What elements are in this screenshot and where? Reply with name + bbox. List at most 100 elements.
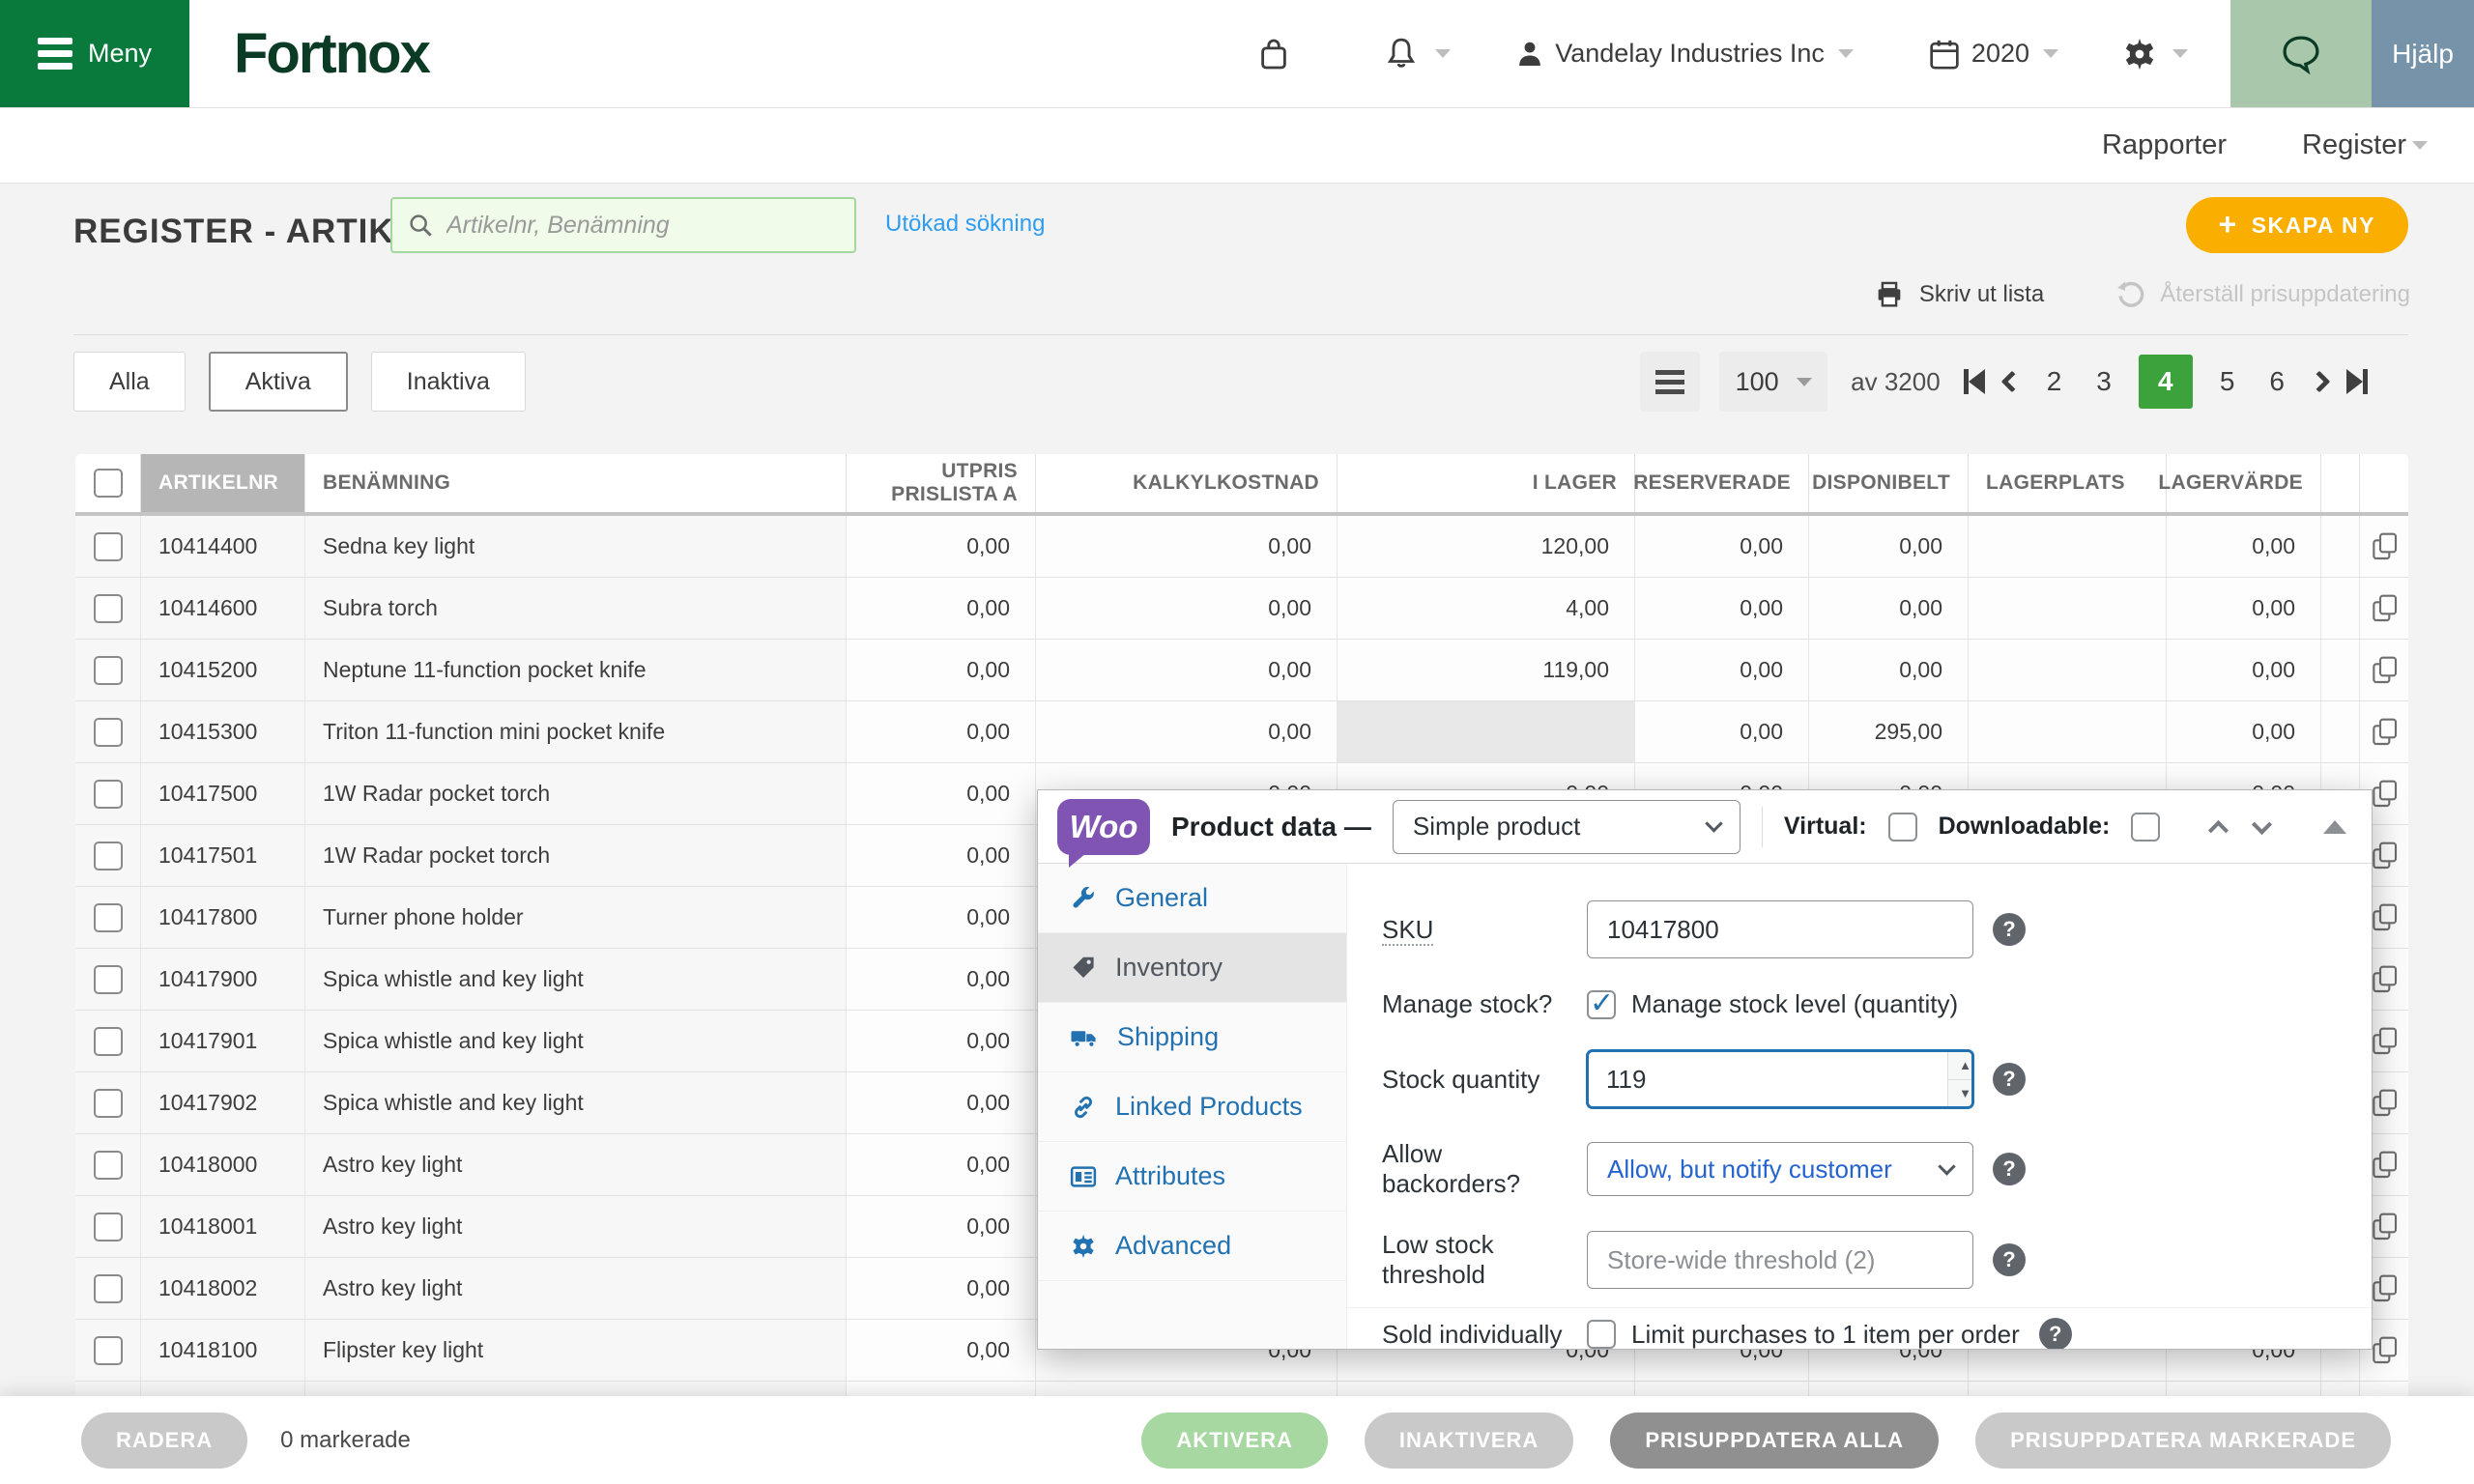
row-checkbox[interactable]: [94, 1151, 123, 1180]
page-number-5[interactable]: 5: [2212, 366, 2243, 397]
filter-inaktiva[interactable]: Inaktiva: [371, 352, 526, 412]
low-stock-input[interactable]: [1587, 1231, 1973, 1289]
manage-stock-checkbox[interactable]: [1587, 990, 1616, 1019]
help-icon[interactable]: ?: [2039, 1318, 2072, 1350]
filter-aktiva[interactable]: Aktiva: [209, 352, 348, 412]
row-checkbox[interactable]: [94, 1274, 123, 1303]
nav-item-rapporter[interactable]: Rapporter: [2102, 129, 2227, 161]
virtual-checkbox[interactable]: [1888, 813, 1917, 842]
row-checkbox[interactable]: [94, 594, 123, 623]
row-checkbox[interactable]: [94, 903, 123, 932]
tab-advanced[interactable]: Advanced: [1038, 1212, 1346, 1281]
column-header-utpris[interactable]: UTPRIS PRISLISTA A: [847, 454, 1036, 512]
column-header-reserverade[interactable]: RESERVERADE: [1635, 454, 1809, 512]
row-checkbox[interactable]: [94, 1027, 123, 1056]
tab-general[interactable]: General: [1038, 864, 1346, 933]
chat-button[interactable]: [2230, 0, 2372, 107]
settings-menu[interactable]: [2120, 0, 2188, 107]
deactivate-button[interactable]: INAKTIVERA: [1365, 1413, 1573, 1469]
select-all-checkbox[interactable]: [94, 469, 123, 498]
help-icon[interactable]: ?: [1993, 913, 2026, 946]
copy-row-button[interactable]: [2369, 1333, 2400, 1368]
copy-row-button[interactable]: [2369, 1148, 2400, 1183]
copy-row-button[interactable]: [2369, 529, 2400, 564]
page-number-2[interactable]: 2: [2039, 366, 2070, 397]
copy-row-button[interactable]: [2369, 1210, 2400, 1244]
company-menu[interactable]: Vandelay Industries Inc: [1512, 0, 1854, 107]
sold-individually-checkbox[interactable]: [1587, 1320, 1616, 1349]
row-checkbox[interactable]: [94, 780, 123, 809]
column-header-lagervarde[interactable]: LAGERVÄRDE: [2167, 454, 2321, 512]
previous-page-button[interactable]: [2004, 374, 2020, 389]
price-update-selected-button[interactable]: PRISUPPDATERA MARKERADE: [1975, 1413, 2391, 1469]
product-type-select[interactable]: Simple product: [1393, 800, 1740, 854]
sku-input[interactable]: [1587, 900, 1973, 958]
column-header-lagerplats[interactable]: LAGERPLATS: [1969, 454, 2167, 512]
filter-alla[interactable]: Alla: [73, 352, 186, 412]
column-header-artikelnr[interactable]: ARTIKELNR: [141, 454, 305, 512]
row-checkbox[interactable]: [94, 1213, 123, 1241]
next-page-button[interactable]: [2312, 374, 2327, 389]
copy-row-button[interactable]: [2369, 900, 2400, 935]
activate-button[interactable]: AKTIVERA: [1141, 1413, 1327, 1469]
quantity-stepper[interactable]: ▲▼: [1947, 1052, 1973, 1106]
current-page[interactable]: 4: [2139, 355, 2193, 409]
copy-row-button[interactable]: [2369, 777, 2400, 812]
store-button[interactable]: [1253, 0, 1294, 107]
price-update-all-button[interactable]: PRISUPPDATERA ALLA: [1610, 1413, 1939, 1469]
tab-inventory[interactable]: Inventory: [1038, 933, 1346, 1003]
column-header-ilager[interactable]: I LAGER: [1338, 454, 1635, 512]
row-checkbox[interactable]: [94, 965, 123, 994]
stock-quantity-input[interactable]: [1589, 1065, 1947, 1095]
column-header-benamning[interactable]: BENÄMNING: [305, 454, 847, 512]
table-row[interactable]: 10415300 Triton 11-function mini pocket …: [75, 701, 2408, 763]
delete-button[interactable]: RADERA: [81, 1413, 247, 1469]
move-up-icon[interactable]: [2208, 820, 2229, 841]
page-number-6[interactable]: 6: [2261, 366, 2292, 397]
row-checkbox[interactable]: [94, 1089, 123, 1118]
copy-row-button[interactable]: [2369, 839, 2400, 873]
help-icon[interactable]: ?: [1993, 1063, 2026, 1096]
tab-attributes[interactable]: Attributes: [1038, 1142, 1346, 1212]
help-button[interactable]: Hjälp: [2372, 0, 2474, 107]
column-header-kalkylkostnad[interactable]: KALKYLKOSTNAD: [1036, 454, 1338, 512]
year-menu[interactable]: 2020: [1925, 0, 2058, 107]
row-checkbox[interactable]: [94, 532, 123, 561]
tab-shipping[interactable]: Shipping: [1038, 1003, 1346, 1072]
first-page-button[interactable]: [1964, 369, 1985, 394]
copy-row-button[interactable]: [2369, 1024, 2400, 1059]
collapse-toggle-icon[interactable]: [2323, 820, 2346, 834]
help-icon[interactable]: ?: [1993, 1243, 2026, 1276]
row-checkbox[interactable]: [94, 656, 123, 685]
copy-row-button[interactable]: [2369, 1271, 2400, 1306]
row-checkbox[interactable]: [94, 1336, 123, 1365]
view-toggle-button[interactable]: [1640, 352, 1700, 412]
row-checkbox[interactable]: [94, 842, 123, 870]
notifications-button[interactable]: [1381, 0, 1451, 107]
table-row[interactable]: 10414400 Sedna key light 0,00 0,00 120,0…: [75, 516, 2408, 578]
extended-search-link[interactable]: Utökad sökning: [885, 211, 1045, 238]
page-size-select[interactable]: 100: [1719, 352, 1827, 412]
page-number-3[interactable]: 3: [2088, 366, 2119, 397]
menu-button[interactable]: Meny: [0, 0, 189, 107]
row-checkbox[interactable]: [94, 718, 123, 747]
create-new-button[interactable]: + SKAPA NY: [2186, 197, 2408, 253]
nav-item-register[interactable]: Register: [2302, 129, 2428, 161]
copy-row-button[interactable]: [2369, 1086, 2400, 1121]
help-icon[interactable]: ?: [1993, 1153, 2026, 1185]
move-down-icon[interactable]: [2252, 814, 2272, 835]
search-input[interactable]: [445, 211, 841, 241]
last-page-button[interactable]: [2346, 369, 2368, 394]
table-row[interactable]: 10414600 Subra torch 0,00 0,00 4,00 0,00…: [75, 578, 2408, 640]
copy-row-button[interactable]: [2369, 715, 2400, 750]
table-row[interactable]: 10415200 Neptune 11-function pocket knif…: [75, 640, 2408, 701]
column-header-disponibelt[interactable]: DISPONIBELT: [1809, 454, 1969, 512]
copy-row-button[interactable]: [2369, 591, 2400, 626]
copy-row-button[interactable]: [2369, 962, 2400, 997]
table-row[interactable]: [75, 1382, 2408, 1396]
downloadable-checkbox[interactable]: [2131, 813, 2160, 842]
reset-price-update-button[interactable]: Återställ prisuppdatering: [2114, 278, 2410, 311]
copy-row-button[interactable]: [2369, 653, 2400, 688]
backorders-select[interactable]: Allow, but notify customer: [1587, 1142, 1973, 1196]
print-list-button[interactable]: Skriv ut lista: [1873, 278, 2044, 311]
